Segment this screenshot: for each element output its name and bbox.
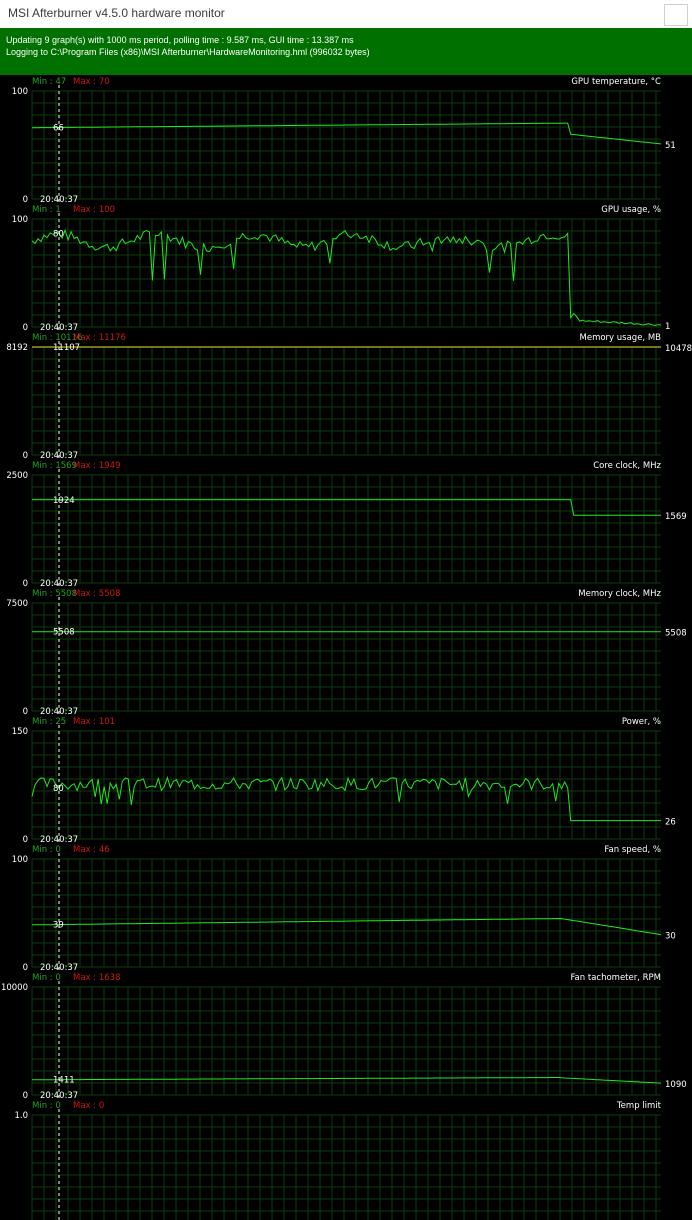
min-label: Min : 1 — [32, 205, 61, 215]
y-max-label: 2500 — [6, 471, 28, 481]
graph-panel-gpu-temperature[interactable]: Min : 47 Max : 70 GPU temperature, °C1000 2… — [12, 77, 676, 205]
graph-panel-fan-speed[interactable]: Min : 0 Max : 46 Fan speed, %1000 20:40:373… — [12, 845, 676, 973]
window-title: MSI Afterburner v4.5.0 hardware monitor — [8, 6, 225, 20]
graph-line — [31, 917, 662, 936]
current-value-label: 1569 — [665, 512, 687, 522]
graph-title: Core clock, MHz — [593, 461, 661, 471]
graph-grid — [31, 858, 661, 968]
graph-grid — [31, 474, 661, 584]
cursor-value-label: 39 — [53, 921, 64, 931]
cursor-value-label: 1411 — [53, 1076, 75, 1086]
y-min-label: 0 — [23, 963, 28, 973]
min-label: Min : 1569 — [32, 461, 77, 471]
status-panel: Updating 9 graph(s) with 1000 ms period,… — [0, 28, 692, 75]
graph-grid — [31, 602, 661, 712]
cursor-value-label: 11107 — [53, 343, 80, 353]
graph-grid — [31, 346, 661, 456]
graph-title: Power, % — [622, 717, 661, 727]
graph-title: Memory usage, MB — [580, 333, 662, 343]
min-label: Min : 0 — [32, 845, 61, 855]
min-label: Min : 5508 — [32, 589, 77, 599]
y-min-label: 0 — [23, 451, 28, 461]
current-value-label: 51 — [665, 141, 676, 151]
graph-title: GPU temperature, °C — [571, 77, 661, 87]
y-min-label: 0 — [23, 1091, 28, 1101]
min-label: Min : 0 — [32, 973, 61, 983]
current-value-label: 30 — [665, 932, 676, 942]
cursor-value-label: 1924 — [53, 496, 75, 506]
graph-panel-power[interactable]: Min : 25 Max : 101 Power, %1500 20:40:37802… — [12, 717, 676, 845]
max-label: Max : 101 — [73, 717, 115, 727]
graph-title: Memory clock, MHz — [578, 589, 661, 599]
y-max-label: 100 — [12, 87, 28, 97]
graph-line — [32, 1077, 662, 1084]
y-max-label: 150 — [12, 727, 28, 737]
max-label: Max : 1949 — [73, 461, 120, 471]
y-max-label: 100 — [12, 215, 28, 225]
graph-grid — [31, 1114, 661, 1220]
max-label: Max : 1638 — [73, 973, 120, 983]
current-value-label: 26 — [665, 818, 676, 828]
y-max-label: 1.0 — [14, 1111, 28, 1121]
current-value-label: 5508 — [665, 629, 687, 639]
graph-grid — [31, 90, 661, 200]
graph-area[interactable]: Min : 47 Max : 70 GPU temperature, °C1000 2… — [0, 75, 692, 1220]
graph-panel-fan-tachometer[interactable]: Min : 0 Max : 1638 Fan tachometer, RPM 1000… — [1, 973, 687, 1101]
current-value-label: 1090 — [665, 1080, 687, 1090]
min-label: Min : 25 — [32, 717, 66, 727]
y-min-label: 0 — [23, 835, 28, 845]
cursor-value-label: 80 — [53, 230, 64, 240]
current-value-label: 10478 — [665, 344, 692, 354]
graph-title: GPU usage, % — [601, 205, 661, 215]
min-label: Min : 47 — [32, 77, 66, 87]
graph-title: Fan tachometer, RPM — [570, 973, 661, 983]
max-label: Max : 100 — [73, 205, 115, 215]
max-label: Max : 11176 — [73, 333, 126, 343]
graph-panel-memory-usage[interactable]: Min : 10116Max : 11176 Memory usage, MB81… — [6, 333, 692, 461]
current-value-label: 1 — [665, 322, 670, 332]
cursor-value-label: 66 — [53, 123, 64, 133]
graph-panel-gpu-usage[interactable]: Min : 1 Max : 100 GPU usage, %1000 20:40:37… — [12, 205, 671, 333]
y-min-label: 0 — [23, 707, 28, 717]
close-button[interactable] — [664, 4, 688, 26]
graph-line — [31, 775, 661, 822]
y-min-label: 0 — [23, 323, 28, 333]
graph-panel-temp-limit[interactable]: Min : 0 Max : 0 Temp limit 1.0 — [14, 1101, 662, 1220]
status-line-logging: Logging to C:\Program Files (x86)\MSI Af… — [6, 47, 370, 57]
cursor-value-label: 5508 — [53, 628, 75, 638]
y-min-label: 0 — [23, 195, 28, 205]
y-max-label: 100 — [12, 855, 28, 865]
status-line-polling: Updating 9 graph(s) with 1000 ms period,… — [6, 35, 354, 45]
graph-title: Fan speed, % — [604, 845, 661, 855]
max-label: Max : 0 — [73, 1101, 104, 1111]
graph-panel-memory-clock[interactable]: Min : 5508Max : 5508 Memory clock, MHz 750… — [6, 589, 686, 717]
graph-line — [32, 122, 662, 145]
max-label: Max : 5508 — [73, 589, 120, 599]
min-label: Min : 0 — [32, 1101, 61, 1111]
y-max-label: 10000 — [1, 983, 28, 993]
graph-line — [31, 228, 662, 327]
title-bar: MSI Afterburner v4.5.0 hardware monitor — [0, 0, 692, 28]
max-label: Max : 70 — [73, 77, 110, 87]
graph-panel-core-clock[interactable]: Min : 1569Max : 1949 Core clock, MHz 2500 0… — [6, 461, 686, 589]
graph-line — [32, 499, 661, 516]
y-max-label: 7500 — [6, 599, 28, 609]
y-min-label: 0 — [23, 579, 28, 589]
graph-title: Temp limit — [616, 1101, 662, 1111]
y-max-label: 8192 — [6, 343, 28, 353]
max-label: Max : 46 — [73, 845, 110, 855]
cursor-value-label: 80 — [53, 784, 64, 794]
